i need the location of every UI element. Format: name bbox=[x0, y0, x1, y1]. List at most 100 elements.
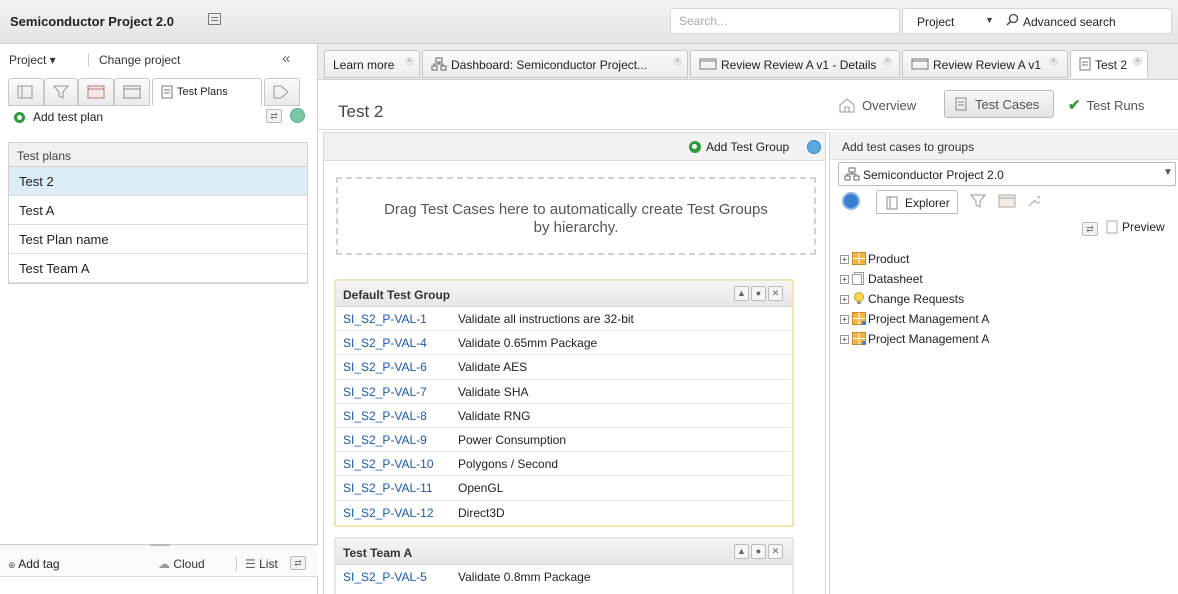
globe-icon[interactable] bbox=[842, 192, 860, 210]
test-case-id-link[interactable]: SI_S2_P-VAL-1 bbox=[343, 312, 427, 326]
filter-icon[interactable] bbox=[970, 194, 986, 208]
table-row[interactable]: SI_S2_P-VAL-10 Polygons / Second bbox=[336, 452, 792, 477]
group-header: Test Team A ▲ ● ✕ bbox=[336, 539, 792, 565]
calendar-icon[interactable] bbox=[998, 194, 1016, 208]
table-row[interactable]: SI_S2_P-VAL-12 Direct3D bbox=[336, 501, 792, 525]
tab-explorer[interactable]: Explorer bbox=[876, 190, 958, 214]
test-plans-table: Test plans Test 2 Test A Test Plan name … bbox=[8, 142, 308, 284]
expand-icon[interactable]: + bbox=[840, 295, 849, 304]
chevron-down-icon[interactable]: ▼ bbox=[1163, 167, 1173, 178]
close-icon[interactable]: × bbox=[673, 57, 682, 66]
cloud-view-button[interactable]: ☁ Cloud bbox=[158, 557, 205, 571]
wrench-icon[interactable] bbox=[1026, 194, 1040, 208]
tab-tags[interactable] bbox=[264, 78, 300, 106]
settings-icon[interactable]: ● bbox=[751, 544, 766, 559]
table-row[interactable]: Test Plan name bbox=[9, 225, 307, 254]
test-cases-button[interactable]: Test Cases bbox=[944, 90, 1054, 118]
test-case-id-link[interactable]: SI_S2_P-VAL-9 bbox=[343, 433, 427, 447]
close-icon[interactable]: ✕ bbox=[768, 544, 783, 559]
table-row[interactable]: SI_S2_P-VAL-8 Validate RNG bbox=[336, 404, 792, 428]
tab-learn-more[interactable]: Learn more × bbox=[324, 50, 420, 78]
add-test-group-button[interactable]: Add Test Group bbox=[689, 140, 789, 154]
close-icon[interactable]: × bbox=[1049, 57, 1058, 66]
overview-button[interactable]: Overview bbox=[838, 94, 916, 116]
change-project-link[interactable]: Change project bbox=[88, 53, 180, 67]
test-case-id-link[interactable]: SI_S2_P-VAL-11 bbox=[343, 481, 433, 495]
close-icon[interactable]: × bbox=[883, 57, 892, 66]
expand-icon[interactable]: + bbox=[840, 275, 849, 284]
overview-label: Overview bbox=[862, 97, 917, 113]
preview-label: Preview bbox=[1122, 220, 1165, 234]
refresh-icon[interactable]: ⇄ bbox=[266, 109, 282, 123]
add-icon bbox=[14, 111, 25, 123]
tab-label: Dashboard: Semiconductor Project... bbox=[451, 58, 648, 72]
project-select[interactable]: Semiconductor Project 2.0 ▼ bbox=[838, 162, 1176, 186]
preview-button[interactable]: Preview bbox=[1106, 220, 1165, 234]
refresh-icon[interactable]: ⇄ bbox=[1082, 222, 1098, 236]
test-case-id-link[interactable]: SI_S2_P-VAL-6 bbox=[343, 360, 427, 374]
settings-icon[interactable]: ● bbox=[751, 286, 766, 301]
add-test-plan-button[interactable]: Add test plan bbox=[14, 110, 103, 124]
test-case-id-link[interactable]: SI_S2_P-VAL-5 bbox=[343, 570, 427, 584]
add-tag-button[interactable]: ⊕ Add tag bbox=[8, 557, 60, 571]
close-icon[interactable]: ✕ bbox=[768, 286, 783, 301]
app-title: Semiconductor Project 2.0 bbox=[10, 14, 174, 29]
search-scope-select[interactable]: Project bbox=[917, 15, 954, 29]
table-row[interactable]: SI_S2_P-VAL-4 Validate 0.65mm Package bbox=[336, 331, 792, 356]
test-runs-label: Test Runs bbox=[1086, 97, 1145, 113]
project-info-icon[interactable] bbox=[208, 13, 221, 25]
collapse-icon[interactable]: ▲ bbox=[734, 544, 749, 559]
tab-review-details[interactable]: Review Review A v1 - Details × bbox=[690, 50, 900, 78]
test-case-id-link[interactable]: SI_S2_P-VAL-10 bbox=[343, 457, 434, 471]
test-plan-icon bbox=[161, 85, 173, 99]
tab-test-2[interactable]: Test 2 × bbox=[1070, 50, 1148, 78]
group-title: Test Team A bbox=[343, 546, 413, 560]
table-row[interactable]: Test 2 bbox=[9, 167, 307, 196]
collapse-icon[interactable]: ▲ bbox=[734, 286, 749, 301]
test-case-name: Validate AES bbox=[458, 360, 528, 375]
chevron-down-icon[interactable]: ▼ bbox=[985, 15, 994, 25]
tree-label: Change Requests bbox=[868, 292, 965, 306]
help-icon[interactable] bbox=[807, 140, 821, 154]
expand-icon[interactable]: + bbox=[840, 315, 849, 324]
test-case-dropzone[interactable]: Drag Test Cases here to automatically cr… bbox=[336, 177, 816, 255]
list-label: List bbox=[259, 557, 278, 571]
collapse-panel-icon[interactable]: « bbox=[282, 50, 290, 67]
test-case-name: Validate all instructions are 32-bit bbox=[458, 312, 634, 326]
project-menu[interactable]: Project ▾ bbox=[9, 53, 56, 67]
test-case-id-link[interactable]: SI_S2_P-VAL-8 bbox=[343, 409, 427, 423]
test-runs-button[interactable]: ✔ Test Runs bbox=[1068, 94, 1144, 116]
table-header: Test plans bbox=[9, 143, 307, 167]
tab-calendar[interactable] bbox=[78, 78, 114, 106]
table-row[interactable]: SI_S2_P-VAL-9 Power Consumption bbox=[336, 428, 792, 453]
table-row[interactable]: Test Team A bbox=[9, 254, 307, 283]
test-case-id-link[interactable]: SI_S2_P-VAL-12 bbox=[343, 506, 434, 520]
refresh-icon[interactable]: ⇄ bbox=[290, 556, 306, 570]
groups-toolbar: Add Test Group bbox=[324, 133, 825, 161]
list-view-button[interactable]: ☰ List bbox=[236, 557, 278, 571]
table-row[interactable]: Test A bbox=[9, 196, 307, 225]
table-row[interactable]: SI_S2_P-VAL-5 Validate 0.8mm Package bbox=[336, 565, 792, 589]
tab-tree[interactable] bbox=[8, 78, 44, 106]
table-row[interactable]: SI_S2_P-VAL-1 Validate all instructions a… bbox=[336, 307, 792, 332]
add-test-plan-label: Add test plan bbox=[33, 110, 104, 124]
tab-review[interactable]: Review Review A v1 × bbox=[902, 50, 1068, 78]
product-icon bbox=[852, 252, 866, 265]
table-row[interactable]: SI_S2_P-VAL-7 Validate SHA bbox=[336, 380, 792, 404]
advanced-search-link[interactable]: Advanced search bbox=[1023, 15, 1116, 29]
help-icon[interactable] bbox=[290, 108, 305, 123]
close-icon[interactable]: × bbox=[1133, 57, 1142, 66]
table-row[interactable]: SI_S2_P-VAL-11 OpenGL bbox=[336, 476, 792, 501]
test-cases-label: Test Cases bbox=[975, 96, 1040, 112]
expand-icon[interactable]: + bbox=[840, 255, 849, 264]
test-case-id-link[interactable]: SI_S2_P-VAL-4 bbox=[343, 336, 427, 350]
tab-filter[interactable] bbox=[44, 78, 78, 106]
tab-dashboard[interactable]: Dashboard: Semiconductor Project... × bbox=[422, 50, 688, 78]
search-input[interactable] bbox=[670, 8, 900, 34]
expand-icon[interactable]: + bbox=[840, 335, 849, 344]
test-case-id-link[interactable]: SI_S2_P-VAL-7 bbox=[343, 385, 427, 399]
table-row[interactable]: SI_S2_P-VAL-6 Validate AES bbox=[336, 355, 792, 380]
close-icon[interactable]: × bbox=[405, 57, 414, 66]
tab-test-plans[interactable]: Test Plans bbox=[152, 78, 262, 106]
tab-window[interactable] bbox=[114, 78, 150, 106]
